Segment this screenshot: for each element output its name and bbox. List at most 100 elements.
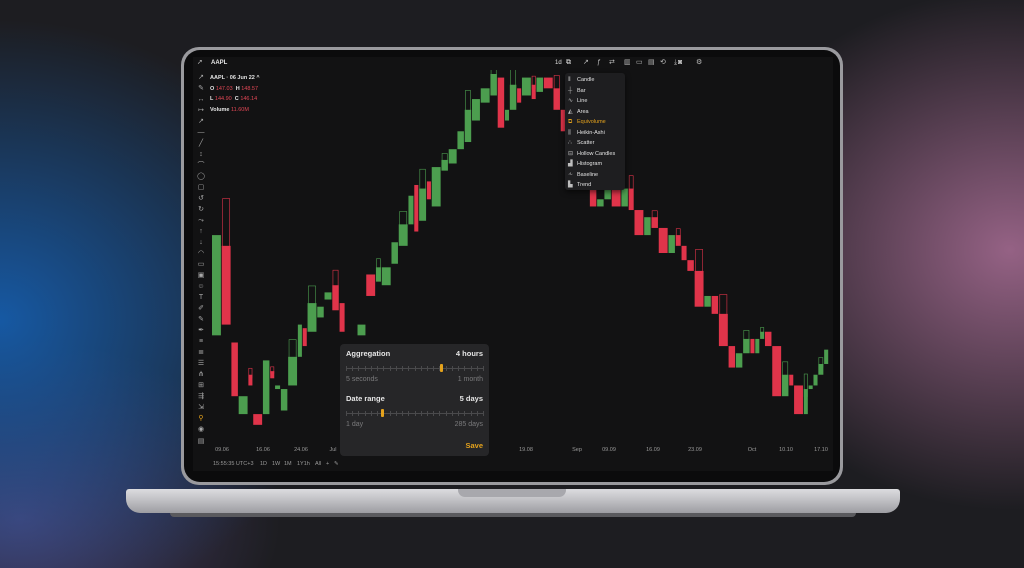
trash-tool-icon[interactable]: ▤ (195, 437, 207, 447)
candle (248, 374, 253, 386)
indicators-icon[interactable]: ƒ (597, 59, 601, 67)
candle (711, 295, 719, 314)
compare-icon[interactable]: ⇄ (609, 59, 615, 67)
pencil-tool-icon[interactable]: ✎ (195, 84, 207, 94)
candle (231, 342, 238, 397)
x-axis-label: 19.08 (519, 447, 533, 453)
slider-tick (433, 366, 435, 371)
download-icon[interactable]: ⤓ (674, 59, 677, 67)
candle (317, 306, 324, 318)
measure-tool-icon[interactable]: ⇲ (195, 403, 207, 413)
folder-icon[interactable]: ▭ (636, 59, 643, 67)
menu-item-label: Histogram (577, 161, 603, 167)
range-button-1y1h[interactable]: 1Y1h (297, 461, 310, 467)
x-axis-label: 24.06 (294, 447, 308, 453)
menu-item-baseline[interactable]: ⩪ Baseline (568, 170, 624, 180)
menu-item-hollow-candles[interactable]: ⊟ Hollow Candles (568, 149, 624, 159)
gann-tool-icon[interactable]: ⊞ (195, 381, 207, 391)
trend-line-tool-icon[interactable]: ↗ (195, 73, 207, 83)
candle-icon: ⫴ (568, 77, 571, 83)
fib-retracement-tool-icon[interactable]: ≡ (195, 337, 207, 347)
range-button-1d[interactable]: 1D (260, 461, 267, 467)
text-tool-icon[interactable]: T (195, 293, 207, 303)
candle (794, 385, 803, 415)
equivolume-icon: ⧉ (568, 119, 573, 125)
settings-gear-icon[interactable]: ⚙ (696, 59, 702, 67)
eye-tool-icon[interactable]: ◉ (195, 425, 207, 435)
candle (212, 235, 221, 336)
menu-item-area[interactable]: ◭ Area (568, 107, 624, 117)
callout-tool-icon[interactable]: ▭ (195, 260, 207, 270)
arrow-tool-icon[interactable]: ↗ (195, 117, 207, 127)
rectangle-tool-icon[interactable]: ▢ (195, 183, 207, 193)
range-button-1w[interactable]: 1W (272, 461, 280, 467)
ellipse-tool-icon[interactable]: ◯ (195, 172, 207, 182)
projection-tool-icon[interactable]: ⇶ (195, 392, 207, 402)
screenshot-camera-icon[interactable]: ◙ (678, 59, 682, 67)
undo-icon[interactable]: ⟲ (660, 59, 666, 67)
highlighter-tool-icon[interactable]: ✒ (195, 326, 207, 336)
emoji-tool-icon[interactable]: ☺ (195, 282, 207, 292)
aggregation-slider-thumb[interactable] (440, 364, 444, 372)
menu-item-bar[interactable]: ┼ Bar (568, 86, 624, 96)
arc-curve-tool-icon[interactable]: ◠ (195, 249, 207, 259)
laptop-notch (458, 489, 566, 497)
extended-line-tool-icon[interactable]: — (195, 128, 207, 138)
slider-tick (346, 366, 347, 371)
marker-tool-icon[interactable]: ✐ (195, 304, 207, 314)
slider-tick (445, 411, 447, 416)
menu-item-trend[interactable]: ▙ Trend (568, 180, 624, 190)
pitchfork-tool-icon[interactable]: ⋔ (195, 370, 207, 380)
add-range-icon[interactable]: + (326, 461, 329, 467)
interval-button[interactable]: 1d (555, 60, 562, 66)
menu-item-equivolume[interactable]: ⧉ Equivolume (568, 117, 624, 127)
date-range-min-label: 1 day (346, 421, 364, 428)
menu-item-scatter[interactable]: ∴ Scatter (568, 138, 624, 148)
menu-item-line[interactable]: ∿ Line (568, 96, 624, 106)
legend-title[interactable]: AAPL · 06 Jun 22 ^ (210, 75, 260, 81)
range-button-1m[interactable]: 1M (284, 461, 292, 467)
symbol-label[interactable]: AAPL (211, 60, 227, 66)
price-chart[interactable] (208, 70, 833, 445)
path-tool-icon[interactable]: ⌒ (195, 161, 207, 171)
volume-value: 11.60M (231, 106, 249, 113)
arc-tool-icon[interactable]: ↺ (195, 194, 207, 204)
ray-tool-icon[interactable]: ↦ (195, 106, 207, 116)
date-range-slider[interactable] (346, 409, 484, 417)
edit-range-icon[interactable]: ✎ (334, 461, 339, 467)
vertical-line-tool-icon[interactable]: ↕ (195, 150, 207, 160)
aggregation-slider[interactable] (346, 364, 484, 372)
open-label: O (210, 85, 215, 92)
brush-tool-icon[interactable]: ✎ (195, 315, 207, 325)
candle (366, 274, 376, 296)
candle (270, 371, 275, 379)
candle (431, 167, 441, 207)
cursor-icon[interactable]: ➚ (197, 59, 203, 67)
arrow-down-tool-icon[interactable]: ↓ (195, 238, 207, 248)
menu-item-histogram[interactable]: ▟ Histogram (568, 159, 624, 169)
candle (448, 149, 457, 164)
fib-fan-tool-icon[interactable]: ≣ (195, 348, 207, 358)
curve-tool-icon[interactable]: ↻ (195, 205, 207, 215)
equivolume-chart-type-icon[interactable]: ⧉ (566, 59, 571, 67)
diagonal-line-tool-icon[interactable]: ╱ (195, 139, 207, 149)
x-axis-label: 16.06 (256, 447, 270, 453)
trend-line-icon[interactable]: ↗ (583, 59, 589, 67)
menu-item-heikin-ashi[interactable]: ⫼ Heikin-Ashi (568, 128, 624, 138)
slider-tick (402, 366, 404, 371)
trend-icon: ▙ (568, 182, 573, 188)
slider-tick (458, 411, 460, 416)
x-axis-label: 09.06 (215, 447, 229, 453)
range-button-all[interactable]: All (315, 461, 321, 467)
candle (628, 188, 634, 211)
arrow-up-tool-icon[interactable]: ↑ (195, 227, 207, 237)
candle (621, 188, 628, 207)
layout-icon[interactable]: ▥ (624, 59, 631, 67)
menu-item-candle[interactable]: ⫴ Candle (568, 75, 624, 85)
save-layout-icon[interactable]: ▤ (648, 59, 655, 67)
horizontal-line-tool-icon[interactable]: ↔ (195, 95, 207, 105)
note-tool-icon[interactable]: ▣ (195, 271, 207, 281)
magnet-tool-icon[interactable]: ⚲ (195, 414, 207, 424)
fib-extension-tool-icon[interactable]: ☰ (195, 359, 207, 369)
polyline-tool-icon[interactable]: ⤳ (195, 216, 207, 226)
